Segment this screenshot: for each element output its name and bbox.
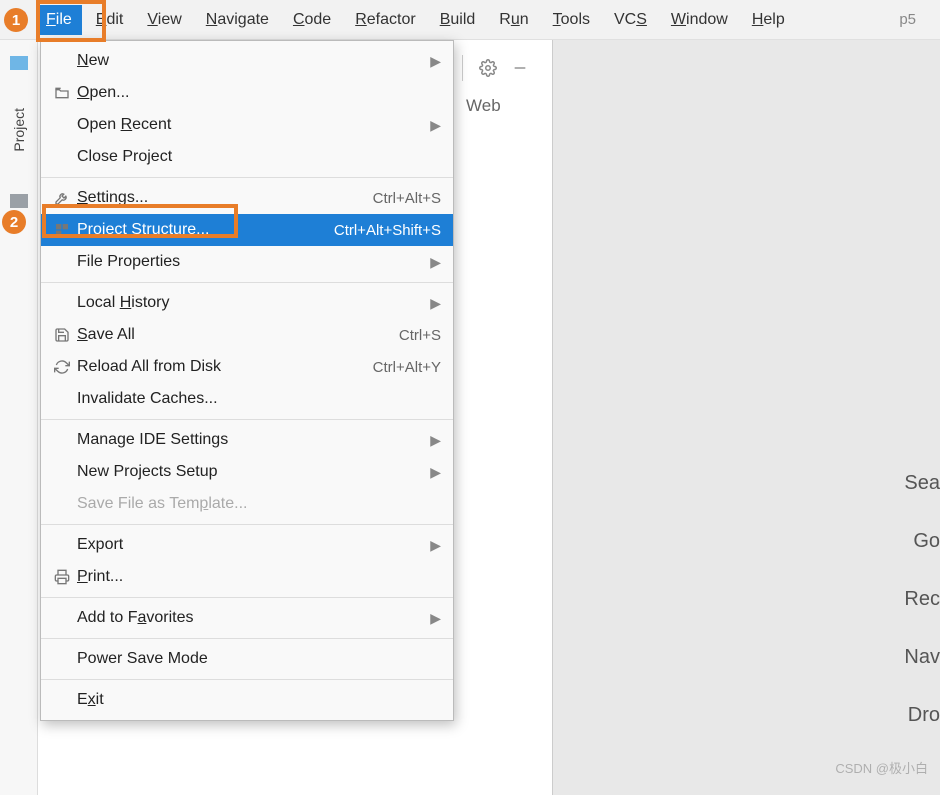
- menu-item-save-all[interactable]: Save AllCtrl+S: [41, 319, 453, 351]
- menu-separator: [41, 524, 453, 525]
- web-tab-label[interactable]: Web: [466, 96, 501, 116]
- menu-item-label: Settings...: [77, 189, 373, 207]
- chevron-right-icon: ▶: [430, 295, 441, 312]
- chevron-right-icon: ▶: [430, 537, 441, 554]
- menu-file[interactable]: File: [36, 5, 82, 35]
- project-folder-icon[interactable]: [10, 56, 28, 70]
- menu-item-shortcut: Ctrl+Alt+S: [373, 190, 441, 207]
- menu-vcs[interactable]: VCS: [604, 5, 657, 35]
- menu-item-label: Reload All from Disk: [77, 358, 373, 376]
- menu-item-label: Open...: [77, 84, 441, 102]
- menu-item-label: Close Project: [77, 148, 441, 166]
- menu-edit[interactable]: Edit: [86, 5, 134, 35]
- menu-view[interactable]: View: [137, 5, 191, 35]
- menu-item-exit[interactable]: Exit: [41, 684, 453, 716]
- print-icon: [51, 569, 73, 585]
- menu-navigate[interactable]: Navigate: [196, 5, 279, 35]
- file-menu-dropdown: New ▶ Open... Open Recent ▶ Close Project Sett…: [40, 40, 454, 721]
- chevron-right-icon: ▶: [430, 53, 441, 70]
- menu-separator: [41, 282, 453, 283]
- menu-item-export[interactable]: Export ▶: [41, 529, 453, 561]
- menu-window[interactable]: Window: [661, 5, 738, 35]
- hint-drop: Dro: [908, 704, 940, 727]
- menu-item-file-properties[interactable]: File Properties ▶: [41, 246, 453, 278]
- menu-item-shortcut: Ctrl+Alt+Y: [373, 359, 441, 376]
- chevron-right-icon: ▶: [430, 254, 441, 271]
- menu-separator: [41, 679, 453, 680]
- menu-item-label: Save All: [77, 326, 399, 344]
- menu-item-label: Invalidate Caches...: [77, 390, 441, 408]
- menu-item-label: Open Recent: [77, 116, 422, 134]
- menu-item-label: File Properties: [77, 253, 422, 271]
- menu-item-label: Project Structure...: [77, 221, 334, 239]
- wrench-icon: [51, 190, 73, 206]
- menu-item-label: Exit: [77, 691, 441, 709]
- menu-item-new-projects-setup[interactable]: New Projects Setup ▶: [41, 456, 453, 488]
- menu-tools[interactable]: Tools: [543, 5, 600, 35]
- save-icon: [51, 327, 73, 343]
- menu-help[interactable]: Help: [742, 5, 795, 35]
- menu-refactor[interactable]: Refactor: [345, 5, 425, 35]
- menu-item-label: Export: [77, 536, 422, 554]
- menu-item-print[interactable]: Print...: [41, 561, 453, 593]
- menu-code[interactable]: Code: [283, 5, 341, 35]
- menu-item-invalidate-caches[interactable]: Invalidate Caches...: [41, 383, 453, 415]
- chevron-right-icon: ▶: [430, 432, 441, 449]
- toolbar-separator: [462, 55, 463, 81]
- menu-separator: [41, 177, 453, 178]
- menu-item-label: Print...: [77, 568, 441, 586]
- menu-item-label: Power Save Mode: [77, 650, 441, 668]
- hint-search: Sea: [904, 472, 940, 495]
- menu-item-manage-ide-settings[interactable]: Manage IDE Settings ▶: [41, 424, 453, 456]
- menu-item-label: Add to Favorites: [77, 609, 422, 627]
- annotation-badge-2: 2: [2, 210, 26, 234]
- menu-separator: [41, 597, 453, 598]
- watermark: CSDN @极小白: [835, 758, 928, 777]
- menu-item-label: Save File as Template...: [77, 495, 441, 513]
- minimize-icon[interactable]: [507, 55, 533, 81]
- menu-item-close-project[interactable]: Close Project: [41, 141, 453, 173]
- annotation-badge-1: 1: [4, 8, 28, 32]
- struct-icon: [51, 222, 73, 238]
- menu-item-local-history[interactable]: Local History ▶: [41, 287, 453, 319]
- menu-item-power-save-mode[interactable]: Power Save Mode: [41, 643, 453, 675]
- menu-item-shortcut: Ctrl+Alt+Shift+S: [334, 222, 441, 239]
- secondary-folder-icon[interactable]: [10, 194, 28, 208]
- menu-separator: [41, 419, 453, 420]
- menu-item-add-to-favorites[interactable]: Add to Favorites ▶: [41, 602, 453, 634]
- hint-nav: Nav: [904, 646, 940, 669]
- tool-window-strip: Project: [0, 40, 38, 795]
- chevron-right-icon: ▶: [430, 464, 441, 481]
- menu-item-label: Local History: [77, 294, 422, 312]
- chevron-right-icon: ▶: [430, 117, 441, 134]
- menu-item-label: New Projects Setup: [77, 463, 422, 481]
- menu-build[interactable]: Build: [430, 5, 486, 35]
- reload-icon: [51, 359, 73, 375]
- chevron-right-icon: ▶: [430, 610, 441, 627]
- menu-item-save-file-as-template: Save File as Template...: [41, 488, 453, 520]
- menu-item-label: New: [77, 52, 422, 70]
- menu-item-shortcut: Ctrl+S: [399, 327, 441, 344]
- menu-item-new[interactable]: New ▶: [41, 45, 453, 77]
- project-tool-tab[interactable]: Project: [11, 100, 27, 160]
- menu-item-reload-all-from-disk[interactable]: Reload All from DiskCtrl+Alt+Y: [41, 351, 453, 383]
- menu-item-settings[interactable]: Settings...Ctrl+Alt+S: [41, 182, 453, 214]
- hint-recent: Rec: [904, 588, 940, 611]
- menu-bar: FileEditViewNavigateCodeRefactorBuildRun…: [0, 0, 940, 40]
- project-view-toolbar: [456, 40, 533, 96]
- hint-goto: Go: [913, 530, 940, 553]
- menu-item-open[interactable]: Open...: [41, 77, 453, 109]
- folder-open-icon: [51, 85, 73, 101]
- gear-icon[interactable]: [475, 55, 501, 81]
- menu-item-project-structure[interactable]: Project Structure...Ctrl+Alt+Shift+S: [41, 214, 453, 246]
- welcome-panel: Sea Go Rec Nav Dro: [552, 40, 940, 795]
- menu-run[interactable]: Run: [489, 5, 538, 35]
- menu-separator: [41, 638, 453, 639]
- menu-item-open-recent[interactable]: Open Recent ▶: [41, 109, 453, 141]
- menu-item-label: Manage IDE Settings: [77, 431, 422, 449]
- project-name-label: p5: [899, 11, 932, 28]
